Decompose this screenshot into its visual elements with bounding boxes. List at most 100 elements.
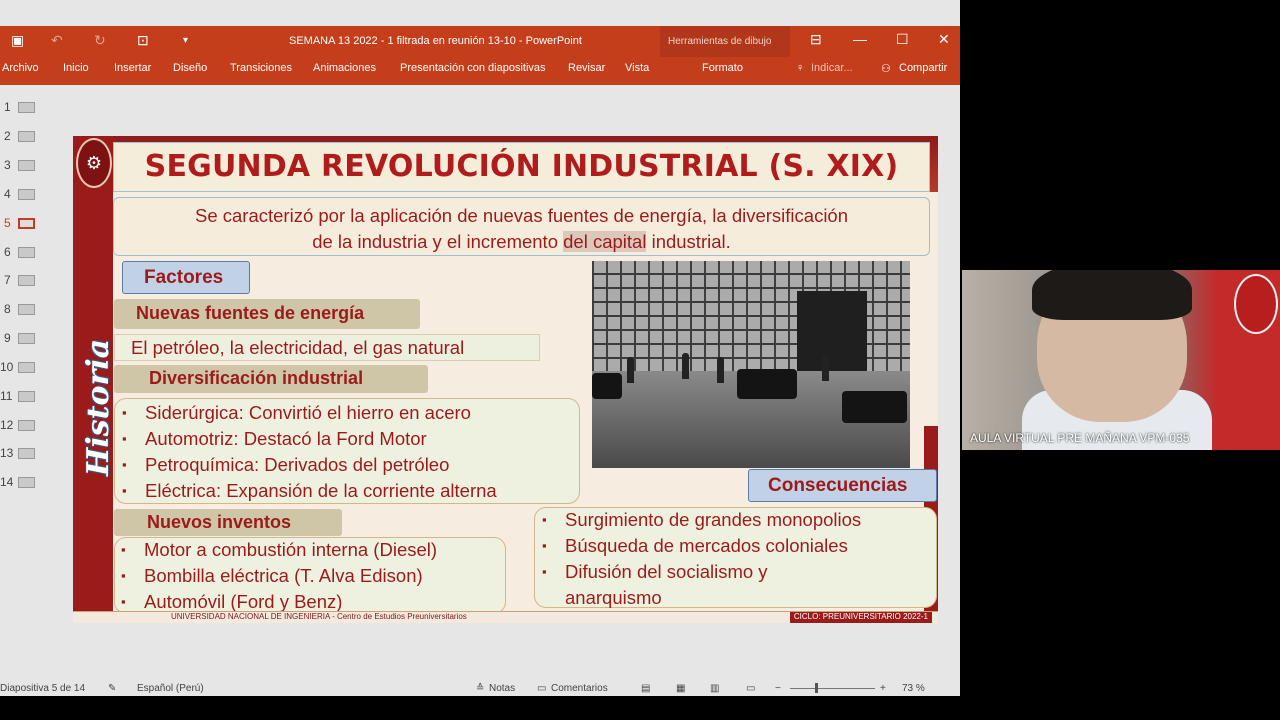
list-item: Siderúrgica: Convirtió el hierro en acer… [122,402,471,424]
video-person-hair [1032,270,1192,320]
thumbnail-number: 2 [4,129,11,143]
list-item: Petroquímica: Derivados del petróleo [122,454,449,476]
thumbnail-image [18,189,35,200]
notes-icon: ≙ [476,683,485,694]
thumbnail-number: 1 [4,100,11,114]
consecuencias-list[interactable]: Surgimiento de grandes monopolios Búsque… [534,507,937,608]
slide-subtitle[interactable]: Se caracterizó por la aplicación de nuev… [113,197,930,256]
nuevas-fuentes-tag[interactable]: Nuevas fuentes de energía [114,299,420,329]
diversificacion-list[interactable]: Siderúrgica: Convirtió el hierro en acer… [114,398,580,504]
zoom-slider[interactable] [790,688,875,689]
slide-position[interactable]: Diapositiva 5 de 14 [0,683,85,694]
slideshow-icon[interactable]: ⊡ [137,32,149,49]
historical-photo[interactable] [592,261,910,468]
photo-person [627,357,634,383]
factores-tag[interactable]: Factores [122,261,250,294]
footer-left-text: UNIVERSIDAD NACIONAL DE INGENIERIA - Cen… [171,612,467,621]
list-item: Búsqueda de mercados coloniales [542,535,848,557]
thumbnail-7[interactable]: 7 [0,270,57,292]
redo-icon[interactable]: ↻ [94,32,106,49]
thumbnail-4[interactable]: 4 [0,184,57,206]
zoom-level[interactable]: 73 % [902,683,925,694]
tab-insertar[interactable]: Insertar [114,62,151,74]
consecuencias-tag[interactable]: Consecuencias [748,469,937,502]
notes-button[interactable]: Notas [489,683,515,694]
tab-inicio[interactable]: Inicio [63,62,89,74]
thumbnail-9[interactable]: 9 [0,328,57,350]
tell-me-box[interactable]: Indicar... [811,62,853,74]
maximize-icon[interactable]: ☐ [896,31,909,48]
ribbon-tabs: Archivo Inicio Insertar Diseño Transicio… [0,57,960,85]
thumbnail-number: 14 [0,475,14,489]
reading-view-icon[interactable]: ▥ [710,683,719,694]
undo-icon[interactable]: ↶ [51,32,63,49]
thumbnail-2[interactable]: 2 [0,126,57,148]
thumbnail-number: 12 [0,418,14,432]
tab-transiciones[interactable]: Transiciones [230,62,292,74]
tab-archivo[interactable]: Archivo [2,62,39,74]
thumbnail-image [18,362,35,373]
inventos-list[interactable]: Motor a combustión interna (Diesel) Bomb… [114,537,506,614]
list-item: Eléctrica: Expansión de la corriente alt… [122,480,497,502]
language-indicator[interactable]: Español (Perú) [137,683,204,694]
tab-formato[interactable]: Formato [702,62,743,74]
editor-scrollbar[interactable] [950,85,960,682]
thumbnail-13[interactable]: 13 [0,443,57,465]
thumbnail-12[interactable]: 12 [0,415,57,437]
thumbnail-number: 10 [0,360,14,374]
thumbnail-1[interactable]: 1 [0,97,57,119]
slide-sorter-icon[interactable]: ▦ [676,683,685,694]
thumbnail-8[interactable]: 8 [0,299,57,321]
list-item: Automóvil (Ford y Benz) [121,591,342,613]
customize-qat-icon[interactable]: ▾ [183,35,188,46]
photo-doorway [797,291,867,371]
thumbnail-number: 9 [4,331,11,345]
ribbon-display-icon[interactable]: ⊟ [810,31,822,48]
slide-title[interactable]: SEGUNDA REVOLUCIÓN INDUSTRIAL (S. XIX) [113,142,930,192]
inventos-tag[interactable]: Nuevos inventos [114,509,342,536]
zoom-slider-thumb[interactable] [815,683,818,693]
tab-diseno[interactable]: Diseño [173,62,207,74]
tab-vista[interactable]: Vista [625,62,649,74]
normal-view-icon[interactable]: ▤ [641,683,650,694]
subtitle-line2b: industrial. [646,231,731,252]
thumbnail-number: 5 [4,216,11,230]
thumbnail-3[interactable]: 3 [0,155,57,177]
thumbnail-11[interactable]: 11 [0,386,57,408]
thumbnail-image [18,247,35,258]
presentation-view-icon[interactable]: ▭ [746,683,755,694]
thumbnail-image [18,477,35,488]
tab-animaciones[interactable]: Animaciones [313,62,376,74]
fuentes-line[interactable]: El petróleo, la electricidad, el gas nat… [114,334,540,361]
university-logo: ⚙ [76,138,112,188]
zoom-out-icon[interactable]: − [775,683,781,694]
thumbnail-10[interactable]: 10 [0,357,57,379]
context-tool-label: Herramientas de dibujo [660,26,790,57]
photo-car [842,391,907,423]
thumbnail-5[interactable]: 5 [0,213,57,235]
thumbnail-image [18,391,35,402]
thumbnail-14[interactable]: 14 [0,472,57,494]
photo-person [822,355,829,381]
diversificacion-tag[interactable]: Diversificación industrial [114,365,428,393]
minimize-icon[interactable]: — [853,31,867,47]
tab-presentacion[interactable]: Presentación con diapositivas [400,62,546,74]
footer-cycle-badge: CICLO: PREUNIVERSITARIO 2022-1 [789,612,932,623]
thumbnail-image [18,131,35,142]
share-button[interactable]: Compartir [899,62,947,74]
spellcheck-icon[interactable]: ✎ [108,683,116,694]
thumbnail-image [18,275,35,286]
title-bar: ▣ ↶ ↻ ⊡ ▾ SEMANA 13 2022 - 1 filtrada en… [0,26,960,57]
thumbnail-6[interactable]: 6 [0,242,57,264]
close-icon[interactable]: ✕ [938,31,950,48]
comments-button[interactable]: Comentarios [551,683,608,694]
zoom-in-icon[interactable]: + [880,683,886,694]
slide-canvas[interactable]: ⚙ Historia SEGUNDA REVOLUCIÓN INDUSTRIAL… [73,136,938,623]
thumbnail-image [18,102,35,113]
user-icon: ⚇ [881,63,891,75]
save-icon[interactable]: ▣ [11,32,24,49]
list-item: Automotriz: Destacó la Ford Motor [122,428,427,450]
list-item: Surgimiento de grandes monopolios [542,509,861,531]
tab-revisar[interactable]: Revisar [568,62,605,74]
thumbnail-image [18,304,35,315]
